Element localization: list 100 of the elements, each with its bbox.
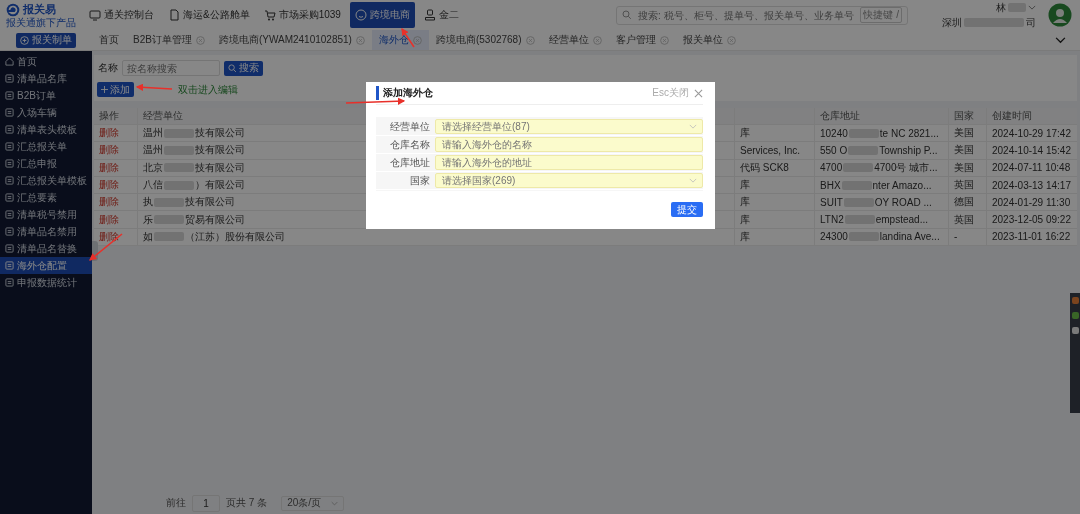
table-cell: 24300 <box>820 231 848 243</box>
sidebar-item[interactable]: 海外仓配置 <box>0 257 92 274</box>
document-icon <box>5 278 14 287</box>
table-cell-text: 2023-11-01 16:22 <box>991 230 1072 245</box>
table-cell: 德国 <box>949 194 987 211</box>
sidebar-item[interactable]: 申报数据统计 <box>0 274 92 291</box>
document-icon <box>5 210 14 219</box>
page-tab[interactable]: 跨境电商(5302768) <box>428 30 542 50</box>
table-cell: ）有限公司 <box>195 178 245 193</box>
delete-link[interactable]: 删除 <box>99 160 119 175</box>
table-cell: 4700号 城市... <box>874 160 938 175</box>
column-header: 仓库地址 <box>815 108 949 124</box>
close-icon[interactable] <box>726 35 736 45</box>
table-cell: - <box>949 228 987 246</box>
text-field[interactable]: 请输入海外仓的名称 <box>435 137 703 152</box>
page-tab[interactable]: 跨境电商(YWAM2410102851) <box>211 30 372 50</box>
table-cell: 库 <box>735 176 815 194</box>
table-cell: 库 <box>735 228 815 246</box>
sidebar-item[interactable]: 清单表头模板 <box>0 121 92 138</box>
table-cell: 美国 <box>949 125 987 142</box>
sidebar-item[interactable]: 汇总报关单 <box>0 138 92 155</box>
annotation-arrow <box>135 83 173 92</box>
document-icon <box>5 227 14 236</box>
column-header: 操作 <box>94 108 138 124</box>
close-icon[interactable] <box>659 35 669 45</box>
page-tab[interactable]: 经营单位 <box>541 30 609 50</box>
nav-item[interactable]: 跨境电商 <box>349 2 415 28</box>
table-cell: 技有限公司 <box>195 160 245 175</box>
table-cell: 代码 SCK8 <box>735 159 815 176</box>
page-field[interactable]: 1 <box>192 494 220 512</box>
logo-tagline: 报关通旗下产品 <box>6 16 77 28</box>
document-icon <box>168 9 180 21</box>
page-tab[interactable]: 首页 <box>92 30 126 50</box>
close-icon[interactable] <box>355 35 365 45</box>
sidebar-item[interactable]: B2B订单 <box>0 87 92 104</box>
create-declaration-button[interactable]: 报关制单 <box>16 32 76 48</box>
nav-item[interactable]: 海运&公路舱单 <box>163 2 255 28</box>
table-cell: 北京 <box>143 160 163 175</box>
document-icon <box>5 108 14 117</box>
document-icon <box>5 244 14 253</box>
table-cell: empstead... <box>875 214 928 226</box>
page-tab[interactable]: B2B订单管理 <box>126 30 212 50</box>
page-tab[interactable]: 报关单位 <box>675 30 743 50</box>
page-size-select[interactable]: 20条/页 <box>281 495 345 511</box>
chevron-down-icon <box>331 500 339 506</box>
page-tab[interactable]: 客户管理 <box>608 30 676 50</box>
sidebar-item[interactable]: 清单品名替换 <box>0 240 92 257</box>
close-icon[interactable] <box>412 35 422 45</box>
document-icon <box>5 261 14 270</box>
esc-close-hint: Esc关闭 <box>652 86 689 100</box>
column-header: 创建时间 <box>991 109 1033 123</box>
column-header: 国家 <box>949 108 987 124</box>
company-name-start: 深圳 <box>942 15 962 30</box>
table-cell: 库 <box>735 125 815 142</box>
avatar-icon[interactable] <box>1048 3 1072 27</box>
delete-link[interactable]: 删除 <box>99 126 119 141</box>
text-field[interactable]: 请输入海外仓的地址 <box>435 155 703 170</box>
delete-link[interactable]: 删除 <box>99 178 119 193</box>
name-search-field[interactable]: 按名称搜索 <box>122 60 220 76</box>
table-cell: 英国 <box>949 211 987 228</box>
close-icon[interactable] <box>694 88 703 98</box>
chevron-down-icon[interactable] <box>1055 36 1066 44</box>
close-icon[interactable] <box>195 35 205 45</box>
submit-button[interactable]: 提交 <box>671 202 703 217</box>
sidebar-item[interactable]: 首页 <box>0 53 92 70</box>
select-field[interactable]: 请选择经营单位(87) <box>435 119 703 134</box>
delete-link[interactable]: 删除 <box>99 195 119 210</box>
table-cell: 如 <box>143 229 153 244</box>
table-cell: Township P... <box>879 144 938 156</box>
sidebar-item[interactable]: 汇总要素 <box>0 189 92 206</box>
add-button[interactable]: 添加 <box>97 82 134 97</box>
table-cell: 技有限公司 <box>195 143 245 158</box>
delete-link[interactable]: 删除 <box>99 212 119 227</box>
sidebar-item[interactable]: 清单品名库 <box>0 70 92 87</box>
name-label: 名称 <box>98 61 118 75</box>
goto-label: 前往 <box>166 496 186 510</box>
side-widget[interactable] <box>1070 293 1080 413</box>
search-button[interactable]: 搜索 <box>224 60 263 76</box>
document-icon <box>5 125 14 134</box>
search-icon <box>228 63 237 73</box>
nav-item[interactable]: 市场采购1039 <box>258 2 346 28</box>
page-tab[interactable]: 海外仓 <box>371 30 429 50</box>
close-icon[interactable] <box>592 35 602 45</box>
sidebar-item[interactable]: 清单品名禁用 <box>0 223 92 240</box>
sidebar-item[interactable]: 汇总申报 <box>0 155 92 172</box>
collapse-handle[interactable] <box>92 241 98 261</box>
select-field[interactable]: 请选择国家(269) <box>435 173 703 188</box>
sidebar-item[interactable]: 清单税号禁用 <box>0 206 92 223</box>
dialog-title: 添加海外仓 <box>376 86 648 100</box>
plus-icon <box>101 86 108 93</box>
nav-item[interactable]: 通关控制台 <box>84 2 159 28</box>
delete-link[interactable]: 删除 <box>99 143 119 158</box>
table-cell: SUIT <box>820 196 843 208</box>
search-icon <box>622 10 632 20</box>
table-cell: OY ROAD ... <box>874 196 932 208</box>
table-cell-text: 2023-12-05 09:22 <box>991 213 1072 228</box>
table-cell: 技有限公司 <box>185 195 235 210</box>
close-icon[interactable] <box>525 35 535 45</box>
sidebar-item[interactable]: 入场车辆 <box>0 104 92 121</box>
sidebar-item[interactable]: 汇总报关单模板 <box>0 172 92 189</box>
